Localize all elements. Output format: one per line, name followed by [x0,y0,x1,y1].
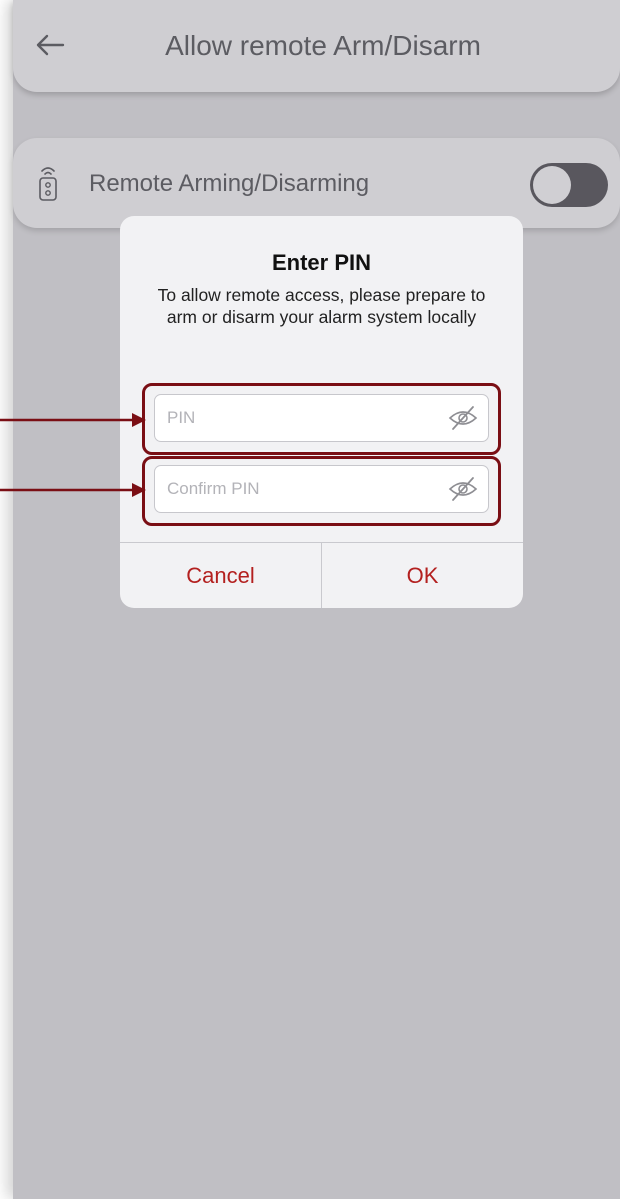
dialog-title: Enter PIN [271,250,372,275]
page-title: Allow remote Arm/Disarm [165,30,481,61]
remote-arming-toggle[interactable] [530,163,608,207]
ok-button[interactable]: OK [322,543,523,608]
arrow-left-icon[interactable] [33,28,67,62]
cancel-button[interactable]: Cancel [120,543,321,608]
remote-arming-setting-row: Remote Arming/Disarming [13,138,620,228]
confirm-pin-field-highlight [142,456,501,526]
dialog-message: To allow remote access, please prepare t… [157,285,486,327]
remote-control-icon [39,167,57,201]
pin-field-highlight [142,383,501,455]
toggle-knob [533,166,571,204]
top-app-bar: Allow remote Arm/Disarm [13,0,620,92]
setting-label: Remote Arming/Disarming [89,170,370,197]
